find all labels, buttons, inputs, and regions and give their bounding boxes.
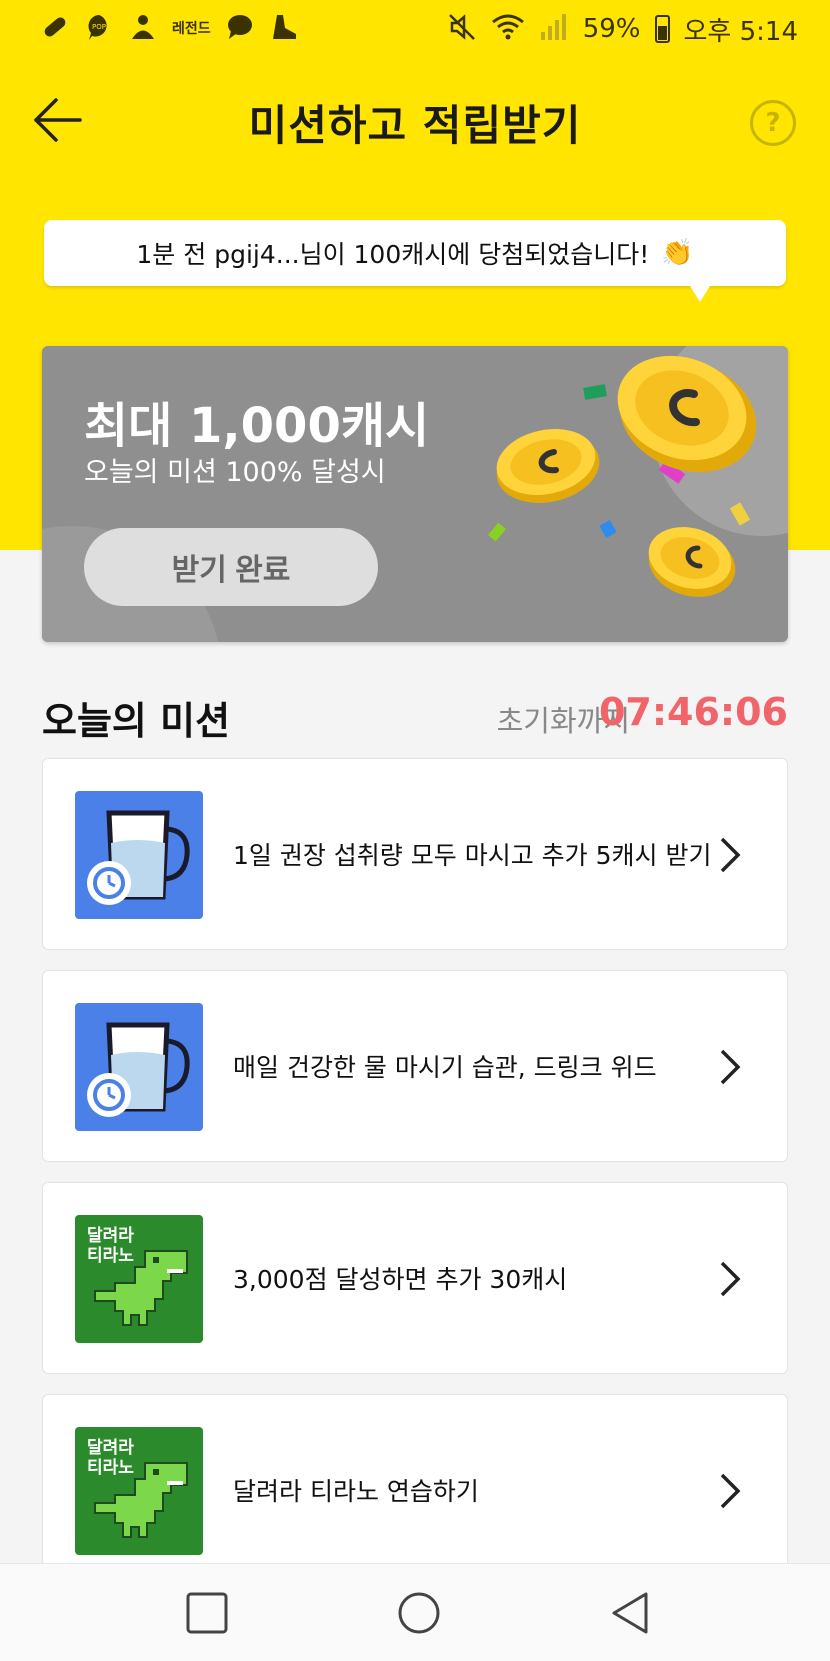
mission-item[interactable]: 매일 건강한 물 마시기 습관, 드링크 위드 (42, 970, 788, 1162)
reward-subtitle: 오늘의 미션 100% 달성시 (84, 457, 386, 488)
thumb-label-line1: 달려라 (87, 1437, 134, 1458)
mission-label: 3,000점 달성하면 추가 30캐시 (233, 1265, 568, 1294)
pill-icon (40, 12, 70, 46)
water-cup-thumbnail (75, 791, 203, 919)
dino-icon: 달려라 티라노 (87, 1225, 188, 1326)
dino-game-thumbnail: 달려라 티라노 (75, 1427, 203, 1555)
app-header: 미션하고 적립받기 ? (0, 70, 830, 170)
battery-icon (654, 15, 670, 43)
missions-title: 오늘의 미션 (42, 699, 231, 743)
home-button[interactable] (394, 1588, 444, 1638)
chevron-right-icon (720, 837, 741, 873)
thumb-label-line1: 달려라 (87, 1225, 134, 1246)
help-button[interactable]: ? (750, 100, 796, 146)
coin-large-icon (617, 355, 757, 473)
shoe-icon (269, 12, 299, 46)
recents-button[interactable] (182, 1588, 232, 1638)
thumb-label-line2: 티라노 (87, 1458, 134, 1478)
chevron-right-icon (720, 1473, 741, 1509)
system-nav-bar (0, 1563, 830, 1661)
coin-small-icon (648, 527, 736, 597)
circle-icon (398, 1592, 440, 1634)
wifi-icon (491, 12, 525, 46)
battery-percent: 59% (582, 14, 641, 44)
clap-icon: 👏 (661, 238, 694, 268)
status-bar: POP 레전드 59% 오후 5:14 (0, 0, 830, 58)
mute-icon (447, 12, 477, 46)
pop-icon: POP (84, 12, 114, 46)
dino-game-thumbnail: 달려라 티라노 (75, 1215, 203, 1343)
mission-label: 매일 건강한 물 마시기 습관, 드링크 위드 (233, 1053, 657, 1082)
status-time: 오후 5:14 (683, 16, 799, 47)
mission-item[interactable]: 1일 권장 섭취량 모두 마시고 추가 5캐시 받기 (42, 758, 788, 950)
winner-ticker: 1분 전 pgij4...님이 100캐시에 당첨되었습니다! 👏 (44, 220, 786, 302)
claim-complete-button[interactable]: 받기 완료 (84, 528, 378, 606)
chevron-right-icon (720, 1261, 741, 1297)
status-right-icons: 59% 오후 5:14 (447, 11, 798, 48)
water-cup-icon (87, 810, 190, 905)
pop-label: POP (92, 23, 106, 31)
page-title: 미션하고 적립받기 (248, 101, 582, 150)
reward-card: 최대 1,000캐시 오늘의 미션 100% 달성시 받기 완료 (42, 346, 788, 642)
dino-icon: 달려라 티라노 (87, 1437, 188, 1538)
buddha-icon (128, 12, 158, 46)
mission-label: 달려라 티라노 연습하기 (233, 1477, 479, 1506)
back-nav-button[interactable] (606, 1588, 656, 1638)
status-left-icons: POP 레전드 (40, 12, 299, 46)
triangle-back-icon (612, 1592, 648, 1634)
question-icon: ? (765, 108, 781, 138)
signal-icon (539, 12, 569, 46)
mission-label: 1일 권장 섭취량 모두 마시고 추가 5캐시 받기 (233, 841, 712, 870)
chat-icon (225, 12, 255, 46)
reset-timer: 07:46:06 (598, 690, 788, 734)
thumb-label-line2: 티라노 (87, 1246, 134, 1266)
square-icon (186, 1592, 228, 1634)
reward-title: 최대 1,000캐시 (84, 398, 430, 454)
chevron-right-icon (720, 1049, 741, 1085)
water-cup-icon (87, 1022, 190, 1117)
ticker-text: 1분 전 pgij4...님이 100캐시에 당첨되었습니다! (136, 240, 650, 269)
coins-illustration (488, 355, 757, 597)
mission-item[interactable]: 달려라 티라노 달려라 티라노 연습하기 (42, 1394, 788, 1586)
water-cup-thumbnail (75, 1003, 203, 1131)
mission-item[interactable]: 달려라 티라노 3,000점 달성하면 추가 30캐시 (42, 1182, 788, 1374)
coin-medium-icon (496, 429, 600, 503)
legend-icon: 레전드 (172, 21, 211, 37)
